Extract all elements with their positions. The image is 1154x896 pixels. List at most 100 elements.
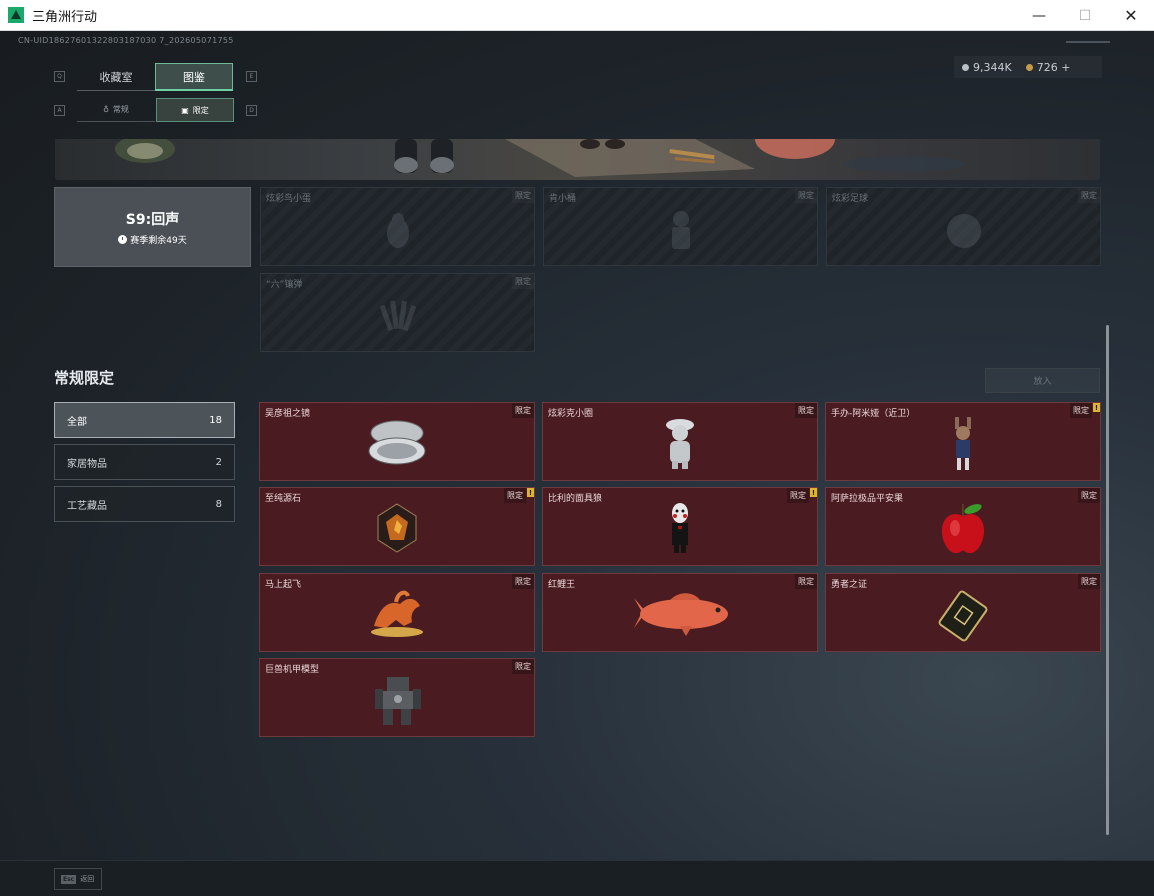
golden-horse-statue-icon [371, 590, 423, 637]
new-badge: ! [810, 488, 817, 497]
item-card-horse[interactable]: 马上起飞 限定 [259, 573, 535, 652]
season-remaining-text: 赛季剩余49天 [130, 235, 187, 246]
item-card-amiya[interactable]: 手办-阿米娅（近卫） 限定 ! [825, 402, 1101, 481]
filter-count: 2 [215, 456, 222, 468]
item-card-apple[interactable]: 阿萨拉极品平安果 限定 [825, 487, 1101, 566]
limited-tag: 限定 [795, 188, 817, 203]
limited-tag: 限定 [787, 488, 809, 503]
silver-currency: 9,344K [962, 61, 1012, 74]
close-button[interactable]: ✕ [1108, 0, 1154, 31]
limited-tag: 限定 [512, 403, 534, 418]
item-name: 马上起飞 [265, 580, 302, 590]
key-hint-q: Q [54, 71, 65, 82]
white-figurine-icon [666, 419, 694, 469]
item-name: 红鲤王 [548, 580, 576, 590]
limited-tag: 限定 [512, 659, 534, 674]
item-name: 炫彩足球 [832, 194, 869, 204]
tab-regular-label: 常规 [112, 105, 129, 114]
minimize-button[interactable]: — [1016, 0, 1062, 31]
gold-coin-icon [1025, 63, 1033, 71]
regular-icon: ♁ [103, 105, 109, 114]
item-name: 手办-阿米娅（近卫） [831, 409, 916, 419]
egg-silhouette-icon [386, 212, 409, 248]
season-info-panel: S9:回声 赛季剩余49天 [54, 187, 251, 267]
item-name: 肯小桶 [549, 194, 577, 204]
limited-tag: 限定 [1078, 574, 1100, 589]
limited-tag: 限定 [1078, 188, 1100, 203]
filter-all[interactable]: 全部 18 [54, 402, 235, 438]
tab-limited-label: 限定 [192, 105, 209, 115]
tab-collection-room[interactable]: 收藏室 [77, 63, 155, 91]
new-badge: ! [527, 488, 534, 497]
crystal-gem-icon [377, 503, 417, 553]
top-divider [1066, 41, 1110, 43]
banner-art [115, 139, 965, 177]
filter-label: 工艺藏品 [67, 500, 107, 512]
esc-key-hint: Esc [61, 874, 77, 884]
item-card-carp-king[interactable]: 红鲤王 限定 [542, 573, 818, 652]
filter-home-items[interactable]: 家居物品 2 [54, 444, 235, 480]
item-card-hero-badge[interactable]: 勇者之证 限定 [825, 573, 1101, 652]
item-card-figure[interactable]: 炫彩克小圈 限定 [542, 402, 818, 481]
key-hint-d: D [246, 105, 257, 116]
filter-crafted-collectibles[interactable]: 工艺藏品 8 [54, 486, 235, 522]
limited-tag: 限定 [512, 574, 534, 589]
clock-icon [118, 234, 128, 244]
tab-limited[interactable]: ▣ 限定 [156, 98, 234, 122]
scrollbar[interactable] [1106, 325, 1109, 835]
item-name: 炫彩鸟小蛋 [266, 194, 312, 204]
maximize-button[interactable]: ☐ [1062, 0, 1108, 31]
key-hint-a: A [54, 105, 65, 116]
silver-coin-icon [962, 63, 969, 71]
back-label: 返回 [80, 875, 95, 883]
limited-icon: ▣ [181, 105, 189, 115]
item-card-mirror[interactable]: 吴彦祖之镜 限定 [259, 402, 535, 481]
season-banner-image [55, 139, 1100, 180]
filter-label: 家居物品 [67, 458, 107, 470]
season-title: S9:回声 [125, 211, 180, 228]
new-badge: ! [1093, 403, 1100, 412]
window-titlebar: 三角洲行动 — ☐ ✕ [0, 0, 1154, 31]
tab-catalog[interactable]: 图鉴 [155, 63, 233, 91]
item-name: 阿萨拉极品平安果 [831, 494, 904, 504]
football-silhouette-icon [946, 213, 981, 248]
bullets-silhouette-icon [379, 300, 416, 331]
item-card-originium[interactable]: 至纯源石 限定 ! [259, 487, 535, 566]
section-title: 常规限定 [54, 369, 115, 387]
silver-amount: 9,344K [973, 60, 1012, 74]
gold-amount: 726 + [1036, 60, 1071, 74]
item-card-mech-model[interactable]: 巨兽机甲模型 限定 [259, 658, 535, 737]
tab-regular[interactable]: ♁ 常规 [77, 98, 155, 122]
window-title: 三角洲行动 [32, 9, 98, 25]
puppet-figure-icon [672, 503, 688, 553]
filter-count: 8 [215, 498, 222, 510]
limited-tag: 限定 [1078, 488, 1100, 503]
item-card-billy-mask[interactable]: 比利的面具狼 限定 ! [542, 487, 818, 566]
item-name: 炫彩克小圈 [548, 409, 594, 419]
gold-currency[interactable]: 726 + [1025, 60, 1071, 74]
user-id-label: CN-UID18627601322803187030 7_20260507175… [18, 36, 234, 45]
mirror-compact-icon [368, 420, 426, 465]
filter-count: 18 [209, 414, 222, 426]
app-logo-icon [8, 7, 24, 23]
season-item-card[interactable]: 炫彩鸟小蛋 限定 [260, 187, 535, 266]
bucket-figure-silhouette-icon [671, 210, 690, 249]
item-name: 勇者之证 [831, 580, 868, 590]
season-item-card[interactable]: 肯小桶 限定 [543, 187, 818, 266]
red-apple-icon [941, 504, 985, 554]
item-name: “六”镶弹 [266, 280, 303, 290]
item-name: 吴彦祖之镜 [265, 409, 311, 419]
season-item-card[interactable]: 炫彩足球 限定 [826, 187, 1101, 266]
badge-card-icon [938, 590, 988, 642]
limited-tag: 限定 [795, 574, 817, 589]
item-name: 比利的面具狼 [548, 494, 603, 504]
season-item-card[interactable]: “六”镶弹 限定 [260, 273, 535, 352]
put-in-button[interactable]: 放入 [985, 368, 1100, 393]
item-name: 至纯源石 [265, 494, 302, 504]
currency-panel: 9,344K 726 + [954, 56, 1102, 78]
limited-tag: 限定 [512, 274, 534, 289]
key-hint-e: E [246, 71, 257, 82]
limited-tag: 限定 [512, 188, 534, 203]
back-button[interactable]: Esc 返回 [54, 868, 102, 890]
limited-tag: 限定 [795, 403, 817, 418]
